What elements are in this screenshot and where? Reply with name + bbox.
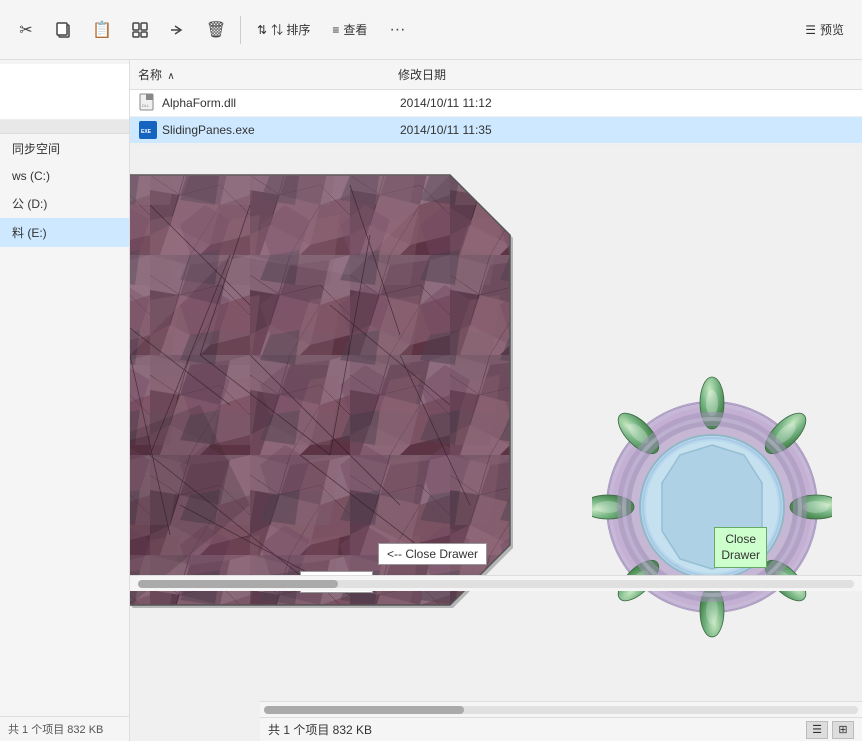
view-btn-1[interactable]: ☰ <box>806 721 828 739</box>
preview-icon: ☰ <box>805 23 816 37</box>
preview-label: 预览 <box>820 21 844 38</box>
svg-text:EXE: EXE <box>141 129 152 135</box>
close-drawer-right-line2: Drawer <box>721 548 760 562</box>
file-list-header: 名称 ∧ 修改日期 <box>130 60 862 90</box>
sidebar-nav: 同步空间 ws (C:) 公 (D:) 料 (E:) <box>0 60 129 716</box>
copy-button[interactable] <box>48 14 80 46</box>
file-row-slidingpanes[interactable]: EXE SlidingPanes.exe 2014/10/11 11:35 <box>130 117 862 144</box>
sort-icon: ⇅ <box>257 23 267 37</box>
toolbar-right: ☰ 预览 <box>797 17 852 42</box>
spiky-circle <box>592 375 832 640</box>
sidebar-item-e[interactable]: 料 (E:) <box>0 218 129 247</box>
preview-button[interactable]: ☰ 预览 <box>797 17 852 42</box>
view-icon: ≡ <box>332 23 339 37</box>
col-name-header: 名称 ∧ <box>130 64 390 85</box>
file-date-slidingpanes: 2014/10/11 11:35 <box>392 123 862 137</box>
file-icon-exe: EXE <box>138 120 158 140</box>
svg-text:DLL: DLL <box>142 103 150 108</box>
sort-arrow-icon: ∧ <box>167 71 174 82</box>
file-row-alphaform[interactable]: DLL AlphaForm.dll 2014/10/11 11:12 <box>130 90 862 117</box>
share-button[interactable] <box>162 14 194 46</box>
close-drawer-right-line1: Close <box>725 532 756 546</box>
delete-button[interactable]: 🗑 <box>200 14 232 46</box>
more-button[interactable]: ··· <box>381 14 413 46</box>
close-drawer-right-button[interactable]: Close Drawer <box>714 527 767 568</box>
status-text: 共 1 个项目 832 KB <box>8 724 103 736</box>
horizontal-scrollbar[interactable] <box>130 575 862 591</box>
view-label: 查看 <box>343 21 367 38</box>
sidebar-footer: 共 1 个项目 832 KB <box>0 716 129 741</box>
main-area: 同步空间 ws (C:) 公 (D:) 料 (E:) 共 1 个项目 832 K… <box>0 60 862 741</box>
move-button[interactable] <box>124 14 156 46</box>
sidebar-item-c[interactable]: ws (C:) <box>0 163 129 189</box>
bottom-scrollbar[interactable] <box>260 701 862 717</box>
file-date-alphaform: 2014/10/11 11:12 <box>392 96 862 110</box>
file-name-slidingpanes: SlidingPanes.exe <box>162 123 392 137</box>
content-area: 名称 ∧ 修改日期 DLL AlphaForm.dll 2014/10/11 1… <box>130 60 862 741</box>
file-list: DLL AlphaForm.dll 2014/10/11 11:12 EXE S… <box>130 90 862 145</box>
sort-label: ⇅ 排序 <box>271 21 310 38</box>
sidebar: 同步空间 ws (C:) 公 (D:) 料 (E:) 共 1 个项目 832 K… <box>0 60 130 741</box>
close-drawer-left-button[interactable]: <-- Close Drawer <box>378 543 487 565</box>
view-button[interactable]: ≡ 查看 <box>324 17 375 42</box>
toolbar-separator <box>240 16 241 44</box>
status-bar-right: ☰ ⊞ <box>806 721 854 739</box>
file-name-alphaform: AlphaForm.dll <box>162 96 392 110</box>
status-bar: 共 1 个项目 832 KB ☰ ⊞ <box>260 717 862 741</box>
view-btn-2[interactable]: ⊞ <box>832 721 854 739</box>
col-date-header: 修改日期 <box>390 64 862 85</box>
status-count: 共 1 个项目 832 KB <box>268 721 372 738</box>
toolbar: ✂ 📋 🗑 ⇅ ⇅ 排序 ≡ 查看 ··· ☰ 预览 <box>0 0 862 60</box>
sort-button[interactable]: ⇅ ⇅ 排序 <box>249 17 318 42</box>
paste-button[interactable]: 📋 <box>86 14 118 46</box>
cut-button[interactable]: ✂ <box>10 14 42 46</box>
canvas-area: Close <-- Close Drawer <box>130 145 862 741</box>
sidebar-item-d[interactable]: 公 (D:) <box>0 189 129 218</box>
sidebar-item-sync[interactable]: 同步空间 <box>0 134 129 163</box>
file-icon-dll: DLL <box>138 93 158 113</box>
